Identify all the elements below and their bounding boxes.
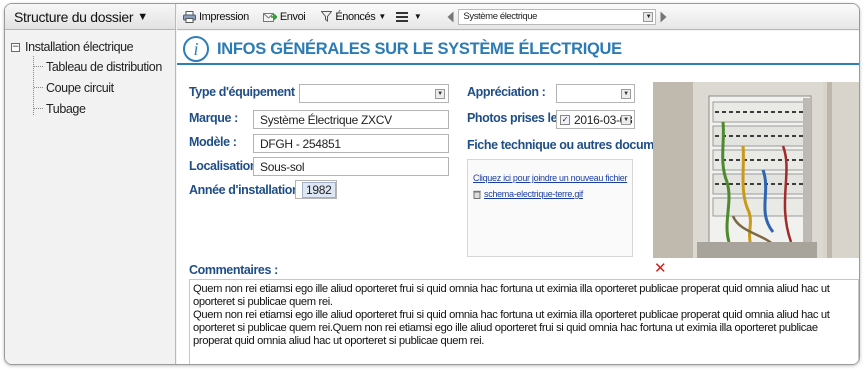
trash-icon[interactable] — [473, 190, 481, 199]
delete-photo-icon[interactable]: ✕ — [654, 259, 667, 277]
printer-icon — [183, 10, 196, 23]
panel-photo[interactable] — [653, 82, 859, 258]
appreciation-label: Appréciation : — [467, 85, 546, 99]
section-select[interactable]: Système électrique ▼ — [458, 8, 657, 25]
installation-year-value: 1982 — [302, 181, 336, 198]
folder-tree: − Installation électrique Tableau de dis… — [5, 30, 175, 119]
brand-label: Marque : — [189, 111, 238, 125]
page-title: INFOS GÉNÉRALES SUR LE SYSTÈME ÉLECTRIQU… — [217, 39, 622, 58]
dropdown-arrow-icon: ▼ — [413, 12, 422, 21]
print-button[interactable]: Impression — [183, 10, 249, 23]
collapse-icon[interactable]: − — [11, 42, 20, 52]
comment-paragraph: Quem non rei etiamsi ego ille aliud opor… — [193, 309, 830, 347]
sidebar-header-dropdown[interactable]: Structure du dossier ▼ — [5, 4, 175, 30]
photos-checkbox-icon[interactable]: ✓ — [560, 114, 570, 125]
photos-date-label: Photos prises le : — [467, 111, 564, 125]
previous-arrow-icon[interactable] — [447, 11, 454, 23]
next-arrow-icon[interactable] — [660, 11, 667, 23]
docs-heading: Fiche technique ou autres documents — [467, 138, 679, 152]
hamburger-menu-icon — [395, 11, 408, 22]
app-window: Structure du dossier ▼ − Installation él… — [4, 3, 860, 365]
print-label: Impression — [199, 10, 249, 23]
equipment-type-label: Type d'équipement : — [189, 85, 302, 99]
info-icon: i — [183, 36, 209, 62]
tree-item-coupe-circuit[interactable]: Coupe circuit — [5, 77, 175, 98]
attach-file-link[interactable]: Cliquez ici pour joindre un nouveau fich… — [473, 173, 628, 183]
select-arrow-icon: ▼ — [643, 11, 654, 22]
comments-textarea[interactable]: Quem non rei etiamsi ego ille aliud opor… — [189, 279, 859, 364]
model-label: Modèle : — [189, 135, 237, 149]
send-button[interactable]: Envoi — [262, 10, 306, 23]
brand-input[interactable]: Système Électrique ZXCV — [253, 110, 449, 129]
brand-value: Système Électrique ZXCV — [260, 112, 392, 127]
photos-date-select[interactable]: ✓ 2016-03-03 ▼ — [556, 110, 635, 129]
send-icon — [262, 12, 277, 22]
tree-item-label: Tableau de distribution — [46, 59, 162, 74]
model-input[interactable]: DFGH - 254851 — [253, 134, 449, 153]
sidebar-header-label: Structure du dossier — [14, 8, 134, 25]
send-label: Envoi — [279, 10, 306, 23]
comments-label: Commentaires : — [189, 263, 278, 277]
tree-item-label: Tubage — [46, 101, 86, 116]
tree-item-label: Coupe circuit — [46, 80, 114, 95]
dropdown-arrow-icon: ▼ — [378, 12, 386, 21]
installation-year-input[interactable]: 1982 — [295, 180, 337, 199]
tree-item-installation-electrique[interactable]: − Installation électrique — [5, 38, 175, 56]
page-header: i INFOS GÉNÉRALES SUR LE SYSTÈME ÉLECTRI… — [177, 31, 859, 67]
main-panel: i INFOS GÉNÉRALES SUR LE SYSTÈME ÉLECTRI… — [177, 31, 859, 364]
section-navigator: Système électrique ▼ — [447, 8, 667, 25]
statements-filter-button[interactable]: Énoncés ▼ — [321, 11, 386, 23]
attached-file-link[interactable]: schema-electrique-terre.gif — [484, 189, 583, 199]
appreciation-select[interactable]: ▼ — [556, 84, 635, 103]
attached-file-item: schema-electrique-terre.gif — [473, 189, 583, 199]
filter-icon — [321, 11, 333, 22]
location-input[interactable]: Sous-sol — [253, 157, 449, 176]
select-arrow-icon: ▼ — [435, 89, 445, 99]
sidebar: Structure du dossier ▼ − Installation él… — [5, 4, 176, 364]
installation-year-label: Année d'installation : — [189, 183, 307, 197]
tree-item-tableau-de-distribution[interactable]: Tableau de distribution — [5, 56, 175, 77]
section-select-value: Système électrique — [463, 11, 538, 22]
tree-item-tubage[interactable]: Tubage — [5, 98, 175, 119]
model-value: DFGH - 254851 — [260, 136, 341, 151]
select-arrow-icon: ▼ — [621, 89, 631, 99]
toolbar: Impression Envoi Énoncés ▼ ▼ Système éle… — [177, 4, 859, 30]
docs-panel: Cliquez ici pour joindre un nouveau fich… — [467, 159, 633, 257]
filter-label: Énoncés — [335, 10, 376, 23]
comment-paragraph: Quem non rei etiamsi ego ille aliud opor… — [193, 283, 830, 308]
electrical-panel-photo — [653, 82, 859, 258]
menu-button[interactable]: ▼ — [395, 11, 422, 22]
caret-down-icon: ▼ — [137, 10, 148, 23]
select-arrow-icon: ▼ — [621, 115, 631, 125]
tree-item-label: Installation électrique — [25, 40, 134, 54]
equipment-type-select[interactable]: ▼ — [299, 84, 449, 103]
location-value: Sous-sol — [260, 159, 305, 174]
